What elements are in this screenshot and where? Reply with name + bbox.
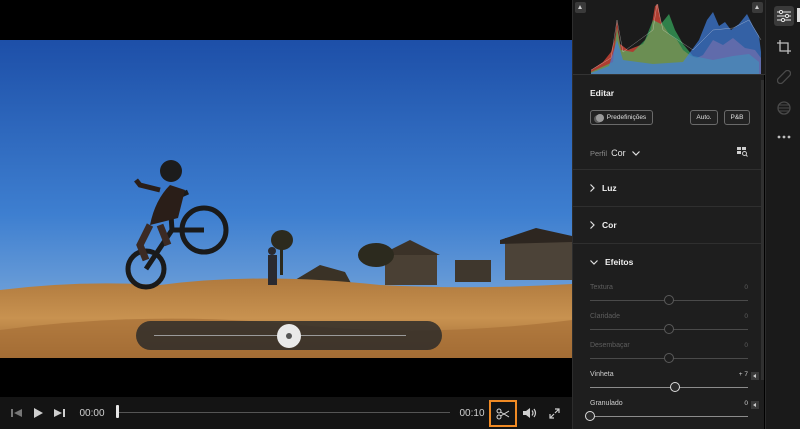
expand-icon xyxy=(548,407,560,419)
skip-forward-icon xyxy=(54,409,65,417)
presets-button[interactable]: Predefinições xyxy=(590,110,653,125)
profile-value[interactable]: Cor xyxy=(611,148,626,158)
current-time: 00:00 xyxy=(78,397,106,429)
slider-value[interactable]: 0 xyxy=(744,313,748,320)
tool-rail xyxy=(765,0,800,429)
play-button[interactable] xyxy=(30,397,46,429)
section-light-label: Luz xyxy=(602,183,617,193)
healing-tool-button[interactable] xyxy=(774,67,794,87)
auto-label: Auto. xyxy=(696,114,712,121)
reset-arrow-icon[interactable] xyxy=(751,372,759,380)
panel-scrollbar[interactable] xyxy=(761,80,764,380)
current-time-text: 00:00 xyxy=(79,407,105,419)
slider-track[interactable] xyxy=(590,416,748,417)
section-divider xyxy=(573,169,763,170)
slider-label: Vinheta xyxy=(590,371,614,378)
profile-row[interactable]: Perfil Cor xyxy=(590,146,750,160)
slider-label: Textura xyxy=(590,284,613,291)
black-white-button[interactable]: P&B xyxy=(724,110,750,125)
section-divider xyxy=(573,206,763,207)
trim-slider[interactable] xyxy=(136,321,442,350)
profile-browser-icon[interactable] xyxy=(737,147,748,157)
next-frame-button[interactable] xyxy=(50,397,68,429)
histogram-graph xyxy=(590,3,762,74)
crop-tool-button[interactable] xyxy=(774,37,794,57)
slider-value[interactable]: 0 xyxy=(744,342,748,349)
scissors-icon xyxy=(496,408,510,419)
more-icon xyxy=(777,135,791,139)
slider-thumb[interactable] xyxy=(664,353,674,363)
histogram-divider xyxy=(573,74,765,75)
trim-handle[interactable] xyxy=(277,324,301,348)
section-effects[interactable]: Efeitos xyxy=(590,255,633,269)
volume-icon xyxy=(522,408,536,418)
trim-video-button[interactable] xyxy=(489,400,517,427)
sliders-icon xyxy=(777,10,791,22)
shadow-clipping-toggle[interactable] xyxy=(575,2,586,13)
edit-panel: Editar Predefinições Auto. P&B Perfil Co… xyxy=(572,0,765,429)
video-player xyxy=(0,0,572,397)
masking-tool-button[interactable] xyxy=(774,98,794,118)
more-options-button[interactable] xyxy=(774,127,794,147)
auto-button[interactable]: Auto. xyxy=(690,110,718,125)
chevron-right-icon xyxy=(590,184,595,192)
slider-label: Desembaçar xyxy=(590,342,630,349)
slider-thumb[interactable] xyxy=(585,411,595,421)
section-color-label: Cor xyxy=(602,220,617,230)
chevron-down-icon xyxy=(590,259,598,265)
player-controls: 00:00 00:10 xyxy=(0,397,572,429)
playback-scrubber[interactable] xyxy=(116,412,450,413)
slider-label: Granulado xyxy=(590,400,623,407)
slider-thumb[interactable] xyxy=(669,382,680,392)
section-divider xyxy=(573,243,763,244)
end-time-text: 00:10 xyxy=(459,407,485,419)
end-time: 00:10 xyxy=(458,397,486,429)
video-frame xyxy=(0,40,572,358)
section-light[interactable]: Luz xyxy=(590,181,617,195)
slider-value[interactable]: 0 xyxy=(744,400,748,407)
fullscreen-button[interactable] xyxy=(545,397,563,429)
slider-thumb[interactable] xyxy=(664,295,674,305)
masking-icon xyxy=(777,101,791,115)
histogram xyxy=(573,0,765,74)
presets-icon xyxy=(596,114,604,122)
chevron-down-icon[interactable] xyxy=(631,150,640,156)
slider-track[interactable] xyxy=(590,387,748,388)
section-color[interactable]: Cor xyxy=(590,218,617,232)
healing-icon xyxy=(777,70,791,84)
video-image xyxy=(0,40,572,358)
previous-frame-button[interactable] xyxy=(9,397,25,429)
slider-value[interactable]: 0 xyxy=(744,284,748,291)
slider-value[interactable]: + 7 xyxy=(739,371,748,378)
highlight-clipping-toggle[interactable] xyxy=(752,2,763,13)
playhead[interactable] xyxy=(116,405,119,418)
volume-button[interactable] xyxy=(520,397,538,429)
panel-title: Editar xyxy=(590,88,615,98)
slider-label: Claridade xyxy=(590,313,620,320)
edit-tool-button[interactable] xyxy=(774,6,794,26)
skip-back-icon xyxy=(11,409,22,417)
reset-arrow-icon[interactable] xyxy=(751,401,759,409)
profile-label: Perfil xyxy=(590,148,608,158)
crop-icon xyxy=(777,40,791,54)
presets-label: Predefinições xyxy=(606,114,647,121)
play-icon xyxy=(33,408,43,418)
slider-thumb[interactable] xyxy=(664,324,674,334)
section-effects-label: Efeitos xyxy=(605,257,634,267)
bw-label: P&B xyxy=(730,114,744,121)
chevron-right-icon xyxy=(590,221,595,229)
